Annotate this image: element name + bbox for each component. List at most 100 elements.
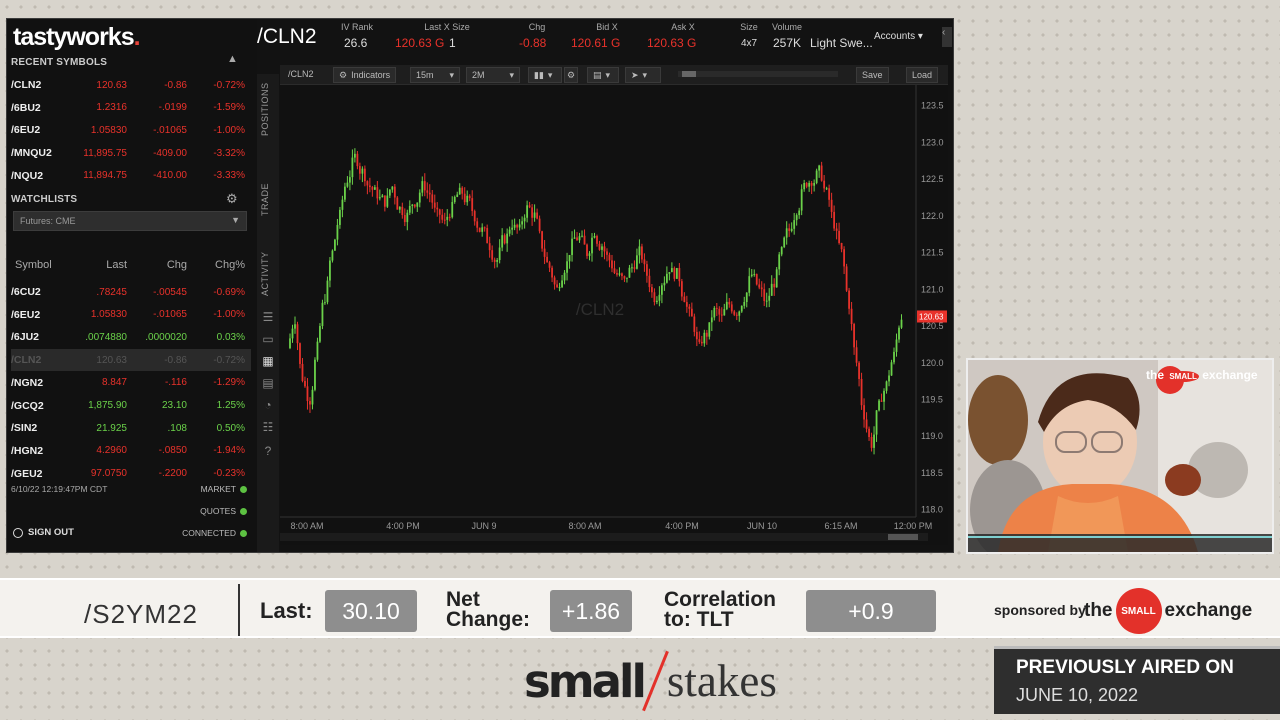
tab-trade[interactable]: TRADE	[260, 183, 270, 216]
candle-body	[576, 237, 578, 241]
sign-out-button[interactable]: SIGN OUT	[13, 527, 74, 538]
interval-select[interactable]: 15m ▾	[410, 67, 460, 83]
people-icon[interactable]: ☷	[261, 420, 275, 434]
candle-body	[548, 262, 551, 268]
candle-body	[476, 221, 479, 228]
candle-body	[568, 254, 571, 262]
watchlist-select[interactable]: Futures: CME ▼	[13, 211, 247, 231]
col-last[interactable]: Last	[71, 259, 127, 275]
cursor-select[interactable]: ➤ ▾	[625, 67, 661, 83]
power-icon	[13, 527, 23, 538]
candle-body	[526, 205, 529, 218]
chart-settings-gear-icon[interactable]: ⚙	[564, 67, 578, 83]
candle-body	[396, 197, 399, 210]
watchlist-chg: .0000020	[145, 331, 187, 343]
indicators-button[interactable]: ⚙ Indicators	[333, 67, 397, 83]
tab-activity[interactable]: ACTIVITY	[260, 251, 270, 296]
recent-chg: -.0199	[158, 102, 187, 114]
candle-body	[413, 204, 416, 207]
watchlist-row[interactable]: /CLN2 120.63 -0.86 -0.72%	[11, 349, 251, 372]
candle-body	[728, 301, 731, 305]
price-chart[interactable]: /CLN2 123.5 123.0 122.5 122.0 121.5 121.0 120.5…	[280, 85, 948, 545]
briefcase-icon[interactable]: ▭	[261, 332, 275, 346]
watchlist-row[interactable]: /6JU2 .0074880 .0000020 0.03%	[11, 326, 251, 348]
candle-body	[725, 301, 728, 310]
tab-positions[interactable]: POSITIONS	[260, 82, 270, 136]
chart-icon[interactable]: ▦	[261, 354, 275, 368]
watchlist-row[interactable]: /6EU2 1.05830 -.01065 -1.00%	[11, 304, 251, 326]
sponsor-label: sponsored by	[994, 602, 1086, 618]
watchlist-row[interactable]: /NGN2 8.847 -.116 -1.29%	[11, 372, 251, 394]
candle-body	[421, 181, 424, 193]
watchlist-row[interactable]: /GEU2 97.0750 -.2200 -0.23%	[11, 463, 251, 485]
candle-body	[341, 199, 344, 210]
show-title-small: small	[524, 654, 647, 708]
candle-body	[468, 195, 471, 199]
candle-body	[868, 428, 870, 438]
y-tick-label: 123.0	[921, 137, 944, 147]
recent-row[interactable]: /MNQU2 11,895.75 -409.00 -3.32%	[11, 142, 251, 164]
accounts-dropdown[interactable]: Accounts ▾	[874, 31, 923, 42]
list-icon[interactable]: ☰	[261, 310, 275, 324]
col-symbol[interactable]: Symbol	[11, 259, 71, 275]
candle-body	[673, 268, 676, 279]
x-tick-label: 6:15 AM	[824, 521, 857, 531]
watchlist-row[interactable]: /6CU2 .78245 -.00545 -0.69%	[11, 281, 251, 303]
candle-body	[735, 314, 738, 316]
candle-body	[778, 254, 781, 270]
candle-body	[466, 195, 469, 203]
candle-body	[611, 260, 613, 269]
grid-icon[interactable]: ▤	[261, 376, 275, 390]
candlestick-chart-svg[interactable]: /CLN2 123.5 123.0 122.5 122.0 121.5 121.0 120.5…	[280, 85, 948, 545]
zoom-slider-handle[interactable]	[682, 71, 696, 77]
watchlist-row[interactable]: /SIN2 21.925 .108 0.50%	[11, 417, 251, 439]
watchlist-pct: 1.25%	[216, 400, 245, 411]
load-button[interactable]: Load	[906, 67, 939, 83]
webcam-video	[968, 360, 1272, 560]
candle-body	[556, 284, 558, 288]
candle-body	[606, 251, 608, 255]
zoom-slider[interactable]	[678, 71, 838, 77]
candle-body	[531, 207, 534, 218]
candle-body	[453, 196, 456, 203]
watchlist-pct: -0.23%	[213, 468, 245, 480]
recent-row[interactable]: /CLN2 120.63 -0.86 -0.72%	[11, 74, 251, 96]
candle-body	[289, 338, 291, 349]
panel-toggle-icon[interactable]: ‹	[942, 27, 952, 47]
aired-date: JUNE 10, 2022	[1016, 685, 1139, 705]
y-tick-label: 119.5	[921, 394, 943, 404]
gauge-icon[interactable]: ◔	[261, 398, 275, 412]
col-chg-pct[interactable]: Chg%	[187, 259, 245, 275]
chart-type-select[interactable]: ▮▮ ▾	[528, 67, 562, 83]
x-tick-label: 8:00 AM	[290, 521, 323, 531]
candle-body	[690, 308, 693, 317]
candle-body	[309, 401, 311, 405]
recent-row[interactable]: /6BU2 1.2316 -.0199 -1.59%	[11, 97, 251, 119]
watchlist-row[interactable]: /HGN2 4.2960 -.0850 -1.94%	[11, 440, 251, 462]
candle-body	[748, 276, 751, 293]
y-tick-label: 122.0	[921, 211, 944, 221]
chart-watermark: /CLN2	[576, 300, 624, 319]
watchlist-settings-gear-icon[interactable]: ⚙	[226, 191, 238, 207]
col-chg[interactable]: Chg	[127, 259, 187, 275]
watchlist-row[interactable]: /GCQ2 1,875.90 23.10 1.25%	[11, 395, 251, 417]
save-button[interactable]: Save	[856, 67, 889, 83]
candle-body	[641, 246, 643, 260]
recent-sym: /6BU2	[11, 101, 41, 114]
candle-body	[730, 304, 733, 312]
recent-row[interactable]: /6EU2 1.05830 -.01065 -1.00%	[11, 119, 251, 141]
quote-timestamp: 6/10/22 12:19:47PM CDT	[11, 484, 108, 494]
recent-row[interactable]: /NQU2 11,894.75 -410.00 -3.33%	[11, 165, 251, 187]
watchlist-sym: /GEU2	[11, 467, 43, 480]
x-tick-label: 4:00 PM	[386, 521, 420, 531]
drawing-tools-select[interactable]: ▤ ▾	[587, 67, 619, 83]
help-icon[interactable]: ?	[261, 444, 275, 458]
recent-last: 120.63	[96, 79, 127, 91]
collapse-chevron-up-icon[interactable]: ▲	[227, 53, 238, 65]
candle-body	[631, 267, 633, 269]
candle-body	[381, 195, 384, 198]
watchlist-chg: -.116	[164, 377, 187, 389]
candle-body	[581, 235, 583, 237]
range-select[interactable]: 2M ▾	[466, 67, 520, 83]
candle-body	[733, 311, 736, 315]
